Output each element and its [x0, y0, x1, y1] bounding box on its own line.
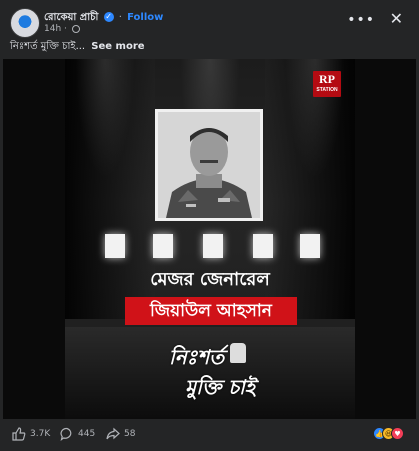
follow-button[interactable]: Follow [127, 12, 163, 23]
reaction-summary[interactable]: 👍 😆 ♥ [373, 427, 407, 441]
poster-graphic: RP STATION মেজর জেনারেল জিয়াউল আহসান নি… [65, 59, 355, 419]
post-caption: নিঃশর্ত মুক্তি চাই... See more [10, 39, 145, 56]
engagement-bar: 3.7K 445 58 👍 😆 ♥ [10, 424, 409, 444]
comment-count: 445 [78, 429, 96, 439]
logo-main-text: RP [319, 72, 335, 86]
spotlight [75, 59, 135, 179]
wall-lamps [105, 234, 320, 262]
slogan-line-1: নিঃশর্ত [169, 345, 225, 369]
post-header: রোকেয়া প্রাচী ✓ · Follow 14h · ••• ✕ [10, 8, 409, 38]
love-reaction-icon: ♥ [391, 427, 404, 440]
post-timestamp[interactable]: 14h [44, 24, 61, 34]
lamp [253, 234, 273, 258]
author-name[interactable]: রোকেয়া প্রাচী [44, 12, 98, 23]
logo-sub-text: STATION [316, 87, 338, 93]
thumbs-up-icon [12, 427, 26, 441]
rp-station-logo: RP STATION [313, 71, 341, 97]
author-avatar[interactable] [10, 8, 40, 38]
comment-button[interactable]: 445 [60, 427, 95, 441]
post-meta: 14h · [44, 24, 80, 34]
share-button[interactable]: 58 [106, 427, 135, 441]
slogan-line-2: মুক্তি চাই [185, 375, 256, 399]
comment-icon [60, 427, 72, 441]
portrait-illustration [158, 112, 260, 218]
like-count: 3.7K [30, 429, 51, 439]
post-image[interactable]: RP STATION মেজর জেনারেল জিয়াউল আহসান নি… [3, 59, 416, 419]
see-more-link[interactable]: See more [91, 41, 144, 52]
lamp [300, 234, 320, 258]
portrait-photo [155, 109, 263, 221]
post-card: রোকেয়া প্রাচী ✓ · Follow 14h · ••• ✕ নি… [0, 0, 419, 451]
raised-fist-icon [230, 343, 246, 363]
lamp [203, 234, 223, 258]
more-options-icon[interactable]: ••• [347, 12, 375, 28]
separator-dot: · [118, 12, 122, 23]
verified-badge-icon: ✓ [103, 12, 114, 22]
close-icon[interactable]: ✕ [390, 9, 403, 28]
share-count: 58 [124, 429, 136, 439]
lamp [105, 234, 125, 258]
share-icon [106, 427, 120, 440]
poster-name-banner: জিয়াউল আহসান [125, 297, 297, 325]
caption-text: নিঃশর্ত মুক্তি চাই... [10, 41, 86, 52]
poster-title: মেজর জেনারেল [150, 269, 270, 290]
separator-dot: · [64, 24, 67, 34]
globe-icon [71, 24, 80, 33]
lamp [153, 234, 173, 258]
like-button[interactable]: 3.7K [12, 427, 50, 441]
